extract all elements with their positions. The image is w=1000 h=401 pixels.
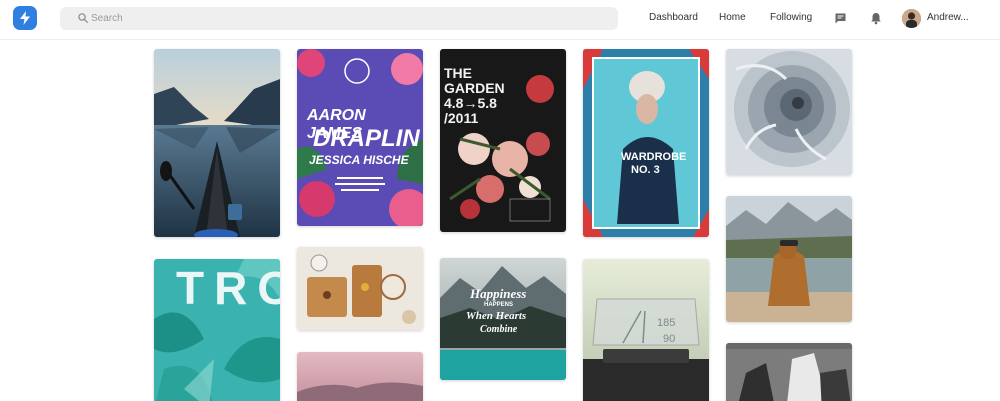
fjord-kayak-image <box>154 49 280 237</box>
poster-line3: JESSICA HISCHE <box>309 153 409 167</box>
pin-garden-poster[interactable]: THE GARDEN 4.8→5.8 /2011 <box>440 49 566 232</box>
clothing-flatlay-image <box>726 343 852 401</box>
wardrobe-poster-image <box>583 49 709 237</box>
happiness-line2: HAPPENS <box>484 302 514 308</box>
avatar[interactable] <box>902 9 921 28</box>
pin-car-hud[interactable]: 185 90 <box>583 259 709 401</box>
pin-vortex[interactable] <box>726 49 852 175</box>
nav-dashboard[interactable]: Dashboard <box>649 12 698 23</box>
pin-happiness-lake[interactable]: Happiness HAPPENS When Hearts Combine <box>440 258 566 380</box>
top-bar: Dashboard Home Following Andrew... <box>0 0 1000 40</box>
nav-following[interactable]: Following <box>770 12 812 23</box>
pin-pink-sky[interactable] <box>297 352 423 401</box>
wardrobe-line2: NO. 3 <box>631 164 660 176</box>
garden-dates: 4.8→5.8 <box>444 95 497 111</box>
bell-icon[interactable] <box>869 11 883 25</box>
pin-aaron-draplin-poster[interactable]: AARON JAMES DRAPLIN JESSICA HISCHE <box>297 49 423 226</box>
search-icon <box>78 10 88 28</box>
pin-food-table[interactable] <box>297 247 423 330</box>
pin-wardrobe-poster[interactable]: WARDROBE NO. 3 <box>583 49 709 237</box>
food-table-image <box>297 247 423 330</box>
pin-troc-poster[interactable]: TROC <box>154 259 280 401</box>
hud-speed: 185 <box>657 317 676 329</box>
happiness-line4: Combine <box>480 324 518 335</box>
poster-line2: DRAPLIN <box>313 125 420 152</box>
chat-bubble-icon[interactable] <box>833 11 847 25</box>
username[interactable]: Andrew... <box>927 12 969 23</box>
search-bar[interactable] <box>60 7 618 30</box>
garden-title2: GARDEN <box>444 80 505 96</box>
search-input[interactable] <box>91 13 591 24</box>
pink-sky-image <box>297 352 423 401</box>
garden-title1: THE <box>444 65 472 81</box>
happiness-line1: Happiness <box>470 286 527 301</box>
wardrobe-line1: WARDROBE <box>621 151 687 163</box>
hud-value: 90 <box>663 333 676 345</box>
vortex-image <box>726 49 852 175</box>
nav-home[interactable]: Home <box>719 12 746 23</box>
logo-lightning-icon[interactable] <box>13 6 37 30</box>
garden-year: /2011 <box>444 110 479 126</box>
pin-fjord-kayak[interactable] <box>154 49 280 237</box>
troc-letters: TROC <box>176 262 280 314</box>
car-hud-image <box>583 259 709 401</box>
pin-clothing-flatlay[interactable] <box>726 343 852 401</box>
dog-lake-image <box>726 196 852 322</box>
happiness-line3: When Hearts <box>466 310 527 322</box>
pin-dog-lake[interactable] <box>726 196 852 322</box>
